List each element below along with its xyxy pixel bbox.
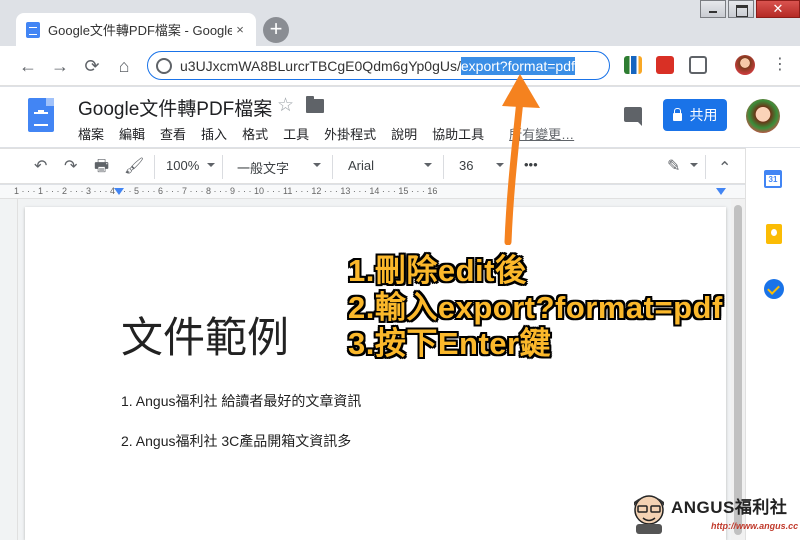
url-prefix: u3UJxcmWA8BLurcrTBCgE0Qdm6gYp0gUs/: [180, 57, 461, 74]
mascot-logo-icon: [634, 495, 664, 534]
vertical-ruler: [0, 199, 18, 540]
toolbar-divider: [222, 155, 223, 179]
toolbar-divider: [511, 155, 512, 179]
chevron-down-icon: [496, 163, 504, 167]
calendar-icon[interactable]: 31: [764, 170, 782, 188]
more-options-icon[interactable]: •••: [524, 157, 538, 172]
left-indent-marker[interactable]: [114, 188, 124, 195]
docs-logo-icon[interactable]: [28, 98, 54, 132]
tab-manager-extension-icon[interactable]: [689, 56, 707, 74]
collapse-toolbar-icon[interactable]: ⌃: [718, 160, 731, 178]
chevron-down-icon: [313, 163, 321, 167]
menu-tools[interactable]: 工具: [283, 124, 309, 143]
toolbar-divider: [332, 155, 333, 179]
watermark-url: http://www.angus.cc: [711, 521, 799, 531]
browser-menu-icon[interactable]: ⋮: [772, 56, 788, 74]
profile-avatar[interactable]: [735, 55, 755, 75]
menu-view[interactable]: 查看: [160, 124, 186, 143]
document-title[interactable]: Google文件轉PDF檔案: [78, 94, 272, 121]
scrollbar-thumb[interactable]: [734, 205, 742, 535]
url-selected-text: export?format=pdf: [460, 56, 575, 75]
toolbar-divider: [154, 155, 155, 179]
keep-icon[interactable]: [766, 224, 782, 244]
menu-format[interactable]: 格式: [242, 124, 268, 143]
back-icon[interactable]: ←: [16, 54, 40, 78]
undo-icon[interactable]: ↶: [34, 158, 47, 176]
docs-menubar: 檔案 編輯 查看 插入 格式 工具 外掛程式 說明 協助工具 所有變更…: [78, 124, 589, 143]
docs-favicon-icon: [26, 21, 40, 38]
edit-mode-icon[interactable]: ✎: [667, 158, 680, 176]
menu-edit[interactable]: 編輯: [119, 124, 145, 143]
list-item: 2. Angus福利社 3C產品開箱文資訊多: [121, 433, 352, 449]
comment-icon[interactable]: [624, 107, 642, 126]
document-heading: 文件範例: [121, 313, 290, 362]
browser-tab[interactable]: Google文件轉PDF檔案 - Google ×: [16, 13, 256, 46]
account-avatar[interactable]: [746, 99, 780, 133]
right-indent-marker[interactable]: [716, 188, 726, 195]
maximize-button[interactable]: [728, 0, 754, 18]
last-edit-link[interactable]: 所有變更…: [509, 124, 574, 143]
tab-close-icon[interactable]: ×: [232, 22, 248, 38]
chevron-down-icon: [424, 163, 432, 167]
list-item: 1. Angus福利社 給讀者最好的文章資訊: [121, 393, 362, 409]
reload-icon[interactable]: ⟳: [80, 54, 104, 78]
browser-toolbar: ← → ⟳ ⌂ u3UJxcmWA8BLurcrTBCgE0Qdm6gYp0gU…: [0, 46, 800, 86]
tasks-icon[interactable]: [764, 279, 784, 299]
menu-help[interactable]: 說明: [391, 124, 417, 143]
chevron-down-icon: [207, 163, 215, 167]
tab-title: Google文件轉PDF檔案 - Google: [48, 23, 232, 38]
lock-icon: [672, 108, 682, 121]
font-select[interactable]: Arial: [348, 158, 374, 173]
paint-format-icon[interactable]: 🖌: [124, 158, 144, 176]
zoom-select[interactable]: 100%: [166, 158, 199, 173]
toolbar-divider: [705, 155, 706, 179]
toolbar-divider: [443, 155, 444, 179]
menu-file[interactable]: 檔案: [78, 124, 104, 143]
new-tab-button[interactable]: +: [263, 17, 289, 43]
media-extension-icon[interactable]: [656, 56, 674, 74]
home-icon[interactable]: ⌂: [112, 54, 136, 78]
ruler-labels: 1 · · · 1 · · · 2 · · · 3 · · · 4 · · · …: [14, 186, 438, 196]
menu-accessibility[interactable]: 協助工具: [432, 124, 484, 143]
style-select[interactable]: 一般文字: [237, 158, 289, 177]
share-button[interactable]: 共用: [663, 99, 727, 131]
star-icon[interactable]: ☆: [277, 94, 294, 117]
annotation-step-3: 3.按下Enter鍵: [348, 326, 552, 361]
side-panel: 31: [745, 148, 800, 540]
share-label: 共用: [689, 107, 718, 123]
print-icon[interactable]: 🖶: [94, 158, 109, 176]
menu-insert[interactable]: 插入: [201, 124, 227, 143]
font-size-select[interactable]: 36: [459, 158, 473, 173]
folder-icon[interactable]: [306, 96, 324, 113]
browser-tabstrip: Google文件轉PDF檔案 - Google × + ✕: [0, 0, 800, 46]
watermark-name: ANGUS福利社: [671, 498, 788, 517]
address-bar[interactable]: u3UJxcmWA8BLurcrTBCgE0Qdm6gYp0gUs/export…: [147, 51, 610, 80]
window-close-button[interactable]: ✕: [756, 0, 800, 18]
docs-header: Google文件轉PDF檔案 ☆ 檔案 編輯 查看 插入 格式 工具 外掛程式 …: [0, 87, 800, 147]
format-toolbar: ↶ ↷ 🖶 🖌 100% 一般文字 Arial 36 ••• ✎ ⌃: [0, 148, 800, 184]
horizontal-ruler: 1 · · · 1 · · · 2 · · · 3 · · · 4 · · · …: [0, 185, 745, 199]
chevron-down-icon: [690, 163, 698, 167]
redo-icon[interactable]: ↷: [64, 158, 77, 176]
document-scrollbar[interactable]: [731, 199, 745, 540]
minimize-button[interactable]: [700, 0, 726, 18]
forward-icon[interactable]: →: [48, 54, 72, 78]
site-info-icon[interactable]: [156, 57, 172, 74]
menu-addons[interactable]: 外掛程式: [324, 124, 376, 143]
window-controls: ✕: [698, 0, 800, 20]
analytics-extension-icon[interactable]: [624, 56, 642, 74]
